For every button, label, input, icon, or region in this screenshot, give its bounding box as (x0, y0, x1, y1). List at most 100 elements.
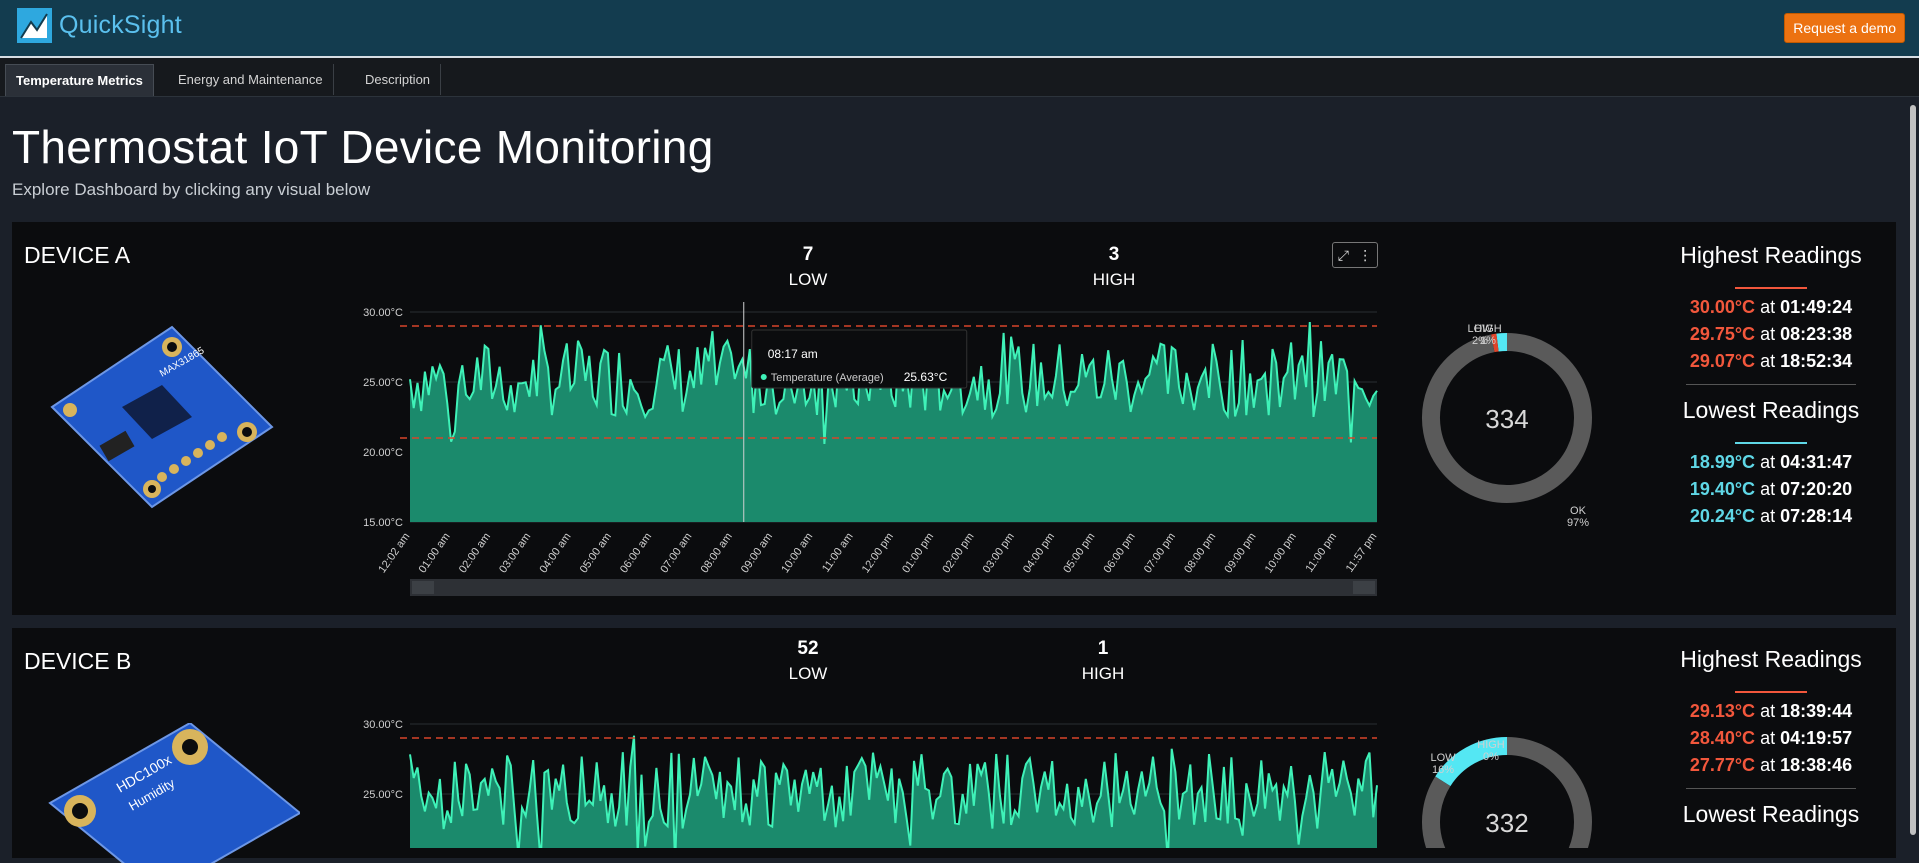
x-tick-label: 05:00 am (578, 531, 614, 575)
tooltip-series-dot (760, 374, 767, 380)
x-tick-label: 03:00 pm (981, 531, 1017, 575)
x-tick-label: 02:00 pm (940, 531, 976, 575)
range-slider-left-handle (412, 581, 434, 594)
y-tick-label: 15.00°C (363, 517, 403, 529)
donut-slice-low (1496, 333, 1508, 352)
highest-list: 29.13°C at 18:39:44 28.40°C at 04:19:57 … (1646, 701, 1896, 776)
x-tick-label: 06:00 pm (1102, 531, 1138, 575)
reading-status-donut[interactable]: 332 LOW16% HIGH0% (1407, 688, 1607, 848)
low-count-value: 52 (797, 638, 819, 659)
page-subtitle: Explore Dashboard by clicking any visual… (12, 180, 371, 199)
highest-divider (1735, 691, 1807, 693)
quicksight-logo-icon (17, 8, 52, 43)
x-tick-label: 01:00 pm (900, 531, 936, 575)
x-tick-label: 10:00 pm (1263, 531, 1299, 575)
lowest-row: 20.24°C at 07:28:14 (1689, 506, 1853, 526)
sensor-board-image[interactable]: MAX31865 (42, 317, 282, 517)
tab-description[interactable]: Description (355, 64, 442, 95)
tooltip-time: 08:17 am (768, 347, 818, 361)
donut-label-name: HIGH (1477, 739, 1505, 751)
low-count-kpi[interactable]: 7 LOW (748, 244, 868, 290)
x-tick-label: 04:00 pm (1021, 531, 1057, 575)
highest-divider (1735, 287, 1807, 289)
x-tick-label: 12:00 pm (860, 531, 896, 575)
lowest-divider (1735, 442, 1807, 444)
tab-energy-and-maintenance[interactable]: Energy and Maintenance (168, 64, 334, 95)
divider (1686, 384, 1856, 385)
readings-summary: Highest Readings 30.00°C at 01:49:24 29.… (1646, 242, 1896, 527)
donut-label-name: HIGH (1474, 323, 1502, 335)
x-tick-label: 05:00 pm (1061, 531, 1097, 575)
high-count-kpi[interactable]: 3 HIGH (1054, 244, 1174, 290)
high-count-kpi[interactable]: 1 HIGH (1043, 638, 1163, 684)
highest-row: 30.00°C at 01:49:24 (1689, 297, 1853, 317)
lowest-row: 18.99°C at 04:31:47 (1689, 452, 1853, 472)
range-slider-track (410, 579, 1377, 596)
highest-list: 30.00°C at 01:49:24 29.75°C at 08:23:38 … (1646, 297, 1896, 372)
lowest-readings-header: Lowest Readings (1682, 801, 1860, 827)
x-tick-label: 06:00 am (618, 531, 654, 575)
y-tick-label: 30.00°C (363, 719, 403, 731)
tooltip-series-name: Temperature (Average) (771, 372, 884, 384)
x-tick-label: 11:57 pm (1344, 531, 1380, 575)
x-tick-label: 12:02 am (376, 531, 412, 575)
temperature-line-chart[interactable]: 30.00°C25.00°C20.00°C15.00°C12:02 am 01:0… (342, 292, 1382, 602)
donut-label-pct: 1% (1480, 335, 1496, 347)
sensor-board-image[interactable]: HDC100x Humidity (40, 723, 300, 863)
device-name: DEVICE A (24, 242, 131, 268)
lowest-list: 18.99°C at 04:31:47 19.40°C at 07:20:20 … (1646, 452, 1896, 527)
visual-controls[interactable]: ⤢ ⋮ (1332, 242, 1378, 268)
y-tick-label: 25.00°C (363, 377, 403, 389)
x-tick-label: 10:00 am (779, 531, 815, 575)
x-tick-label: 07:00 pm (1142, 531, 1178, 575)
lowest-readings-header: Lowest Readings (1682, 397, 1860, 423)
divider (1686, 788, 1856, 789)
donut-total: 332 (1485, 808, 1528, 838)
device-a-panel: DEVICE A MAX31865 7 LOW 3 HIGH ⤢ ⋮ 30.00… (12, 222, 1896, 615)
highest-readings-header: Highest Readings (1680, 646, 1862, 672)
highest-readings-header: Highest Readings (1680, 242, 1862, 268)
range-slider-right-handle (1353, 581, 1375, 594)
top-bar: QuickSight Request a demo (0, 0, 1919, 58)
x-tick-label: 09:00 pm (1222, 531, 1258, 575)
x-tick-label: 07:00 am (658, 531, 694, 575)
x-tick-label: 09:00 am (739, 531, 775, 575)
request-demo-button[interactable]: Request a demo (1784, 13, 1905, 43)
more-options-icon[interactable]: ⋮ (1358, 247, 1372, 264)
temperature-line-chart[interactable]: 30.00°C 25.00°C (342, 688, 1382, 848)
x-tick-label: 03:00 am (497, 531, 533, 575)
x-tick-label: 08:00 pm (1182, 531, 1218, 575)
tab-temperature-metrics[interactable]: Temperature Metrics (5, 64, 154, 96)
high-count-label: HIGH (1081, 664, 1125, 683)
high-count-value: 1 (1097, 638, 1109, 659)
high-count-value: 3 (1108, 244, 1120, 265)
app-name: QuickSight (59, 11, 182, 39)
highest-row: 29.75°C at 08:23:38 (1689, 324, 1853, 344)
donut-total: 334 (1485, 404, 1528, 434)
highest-row: 28.40°C at 04:19:57 (1689, 728, 1853, 748)
donut-label-pct: 97% (1567, 517, 1589, 529)
lowest-row: 19.40°C at 07:20:20 (1689, 479, 1853, 499)
expand-icon[interactable]: ⤢ (1338, 247, 1349, 264)
highest-row: 29.13°C at 18:39:44 (1689, 701, 1853, 721)
x-tick-label: 11:00 pm (1303, 531, 1339, 575)
low-count-value: 7 (802, 244, 814, 265)
scrollbar-thumb[interactable] (1910, 105, 1916, 835)
quicksight-logo[interactable]: QuickSight (17, 8, 182, 43)
donut-label-pct: 0% (1483, 751, 1499, 763)
sheet-tabs: Temperature Metrics Energy and Maintenan… (0, 58, 1919, 97)
highest-row: 27.77°C at 18:38:46 (1689, 755, 1853, 775)
donut-label-name: LOW (1430, 752, 1456, 764)
high-count-label: HIGH (1092, 270, 1136, 289)
x-tick-label: 11:00 am (820, 531, 856, 575)
low-count-label: LOW (788, 270, 828, 289)
x-tick-label: 08:00 am (699, 531, 735, 575)
highest-row: 29.07°C at 18:52:34 (1689, 351, 1853, 371)
page-scrollbar[interactable] (1907, 97, 1919, 844)
donut-label-pct: 16% (1432, 764, 1454, 776)
low-count-kpi[interactable]: 52 LOW (748, 638, 868, 684)
device-name: DEVICE B (24, 648, 132, 674)
page-title: Thermostat IoT Device Monitoring (12, 121, 714, 173)
reading-status-donut[interactable]: 334LOW2%HIGH1%OK97% (1407, 292, 1607, 542)
device-b-panel: DEVICE B HDC100x Humidity 52 LOW 1 HIGH … (12, 628, 1896, 863)
